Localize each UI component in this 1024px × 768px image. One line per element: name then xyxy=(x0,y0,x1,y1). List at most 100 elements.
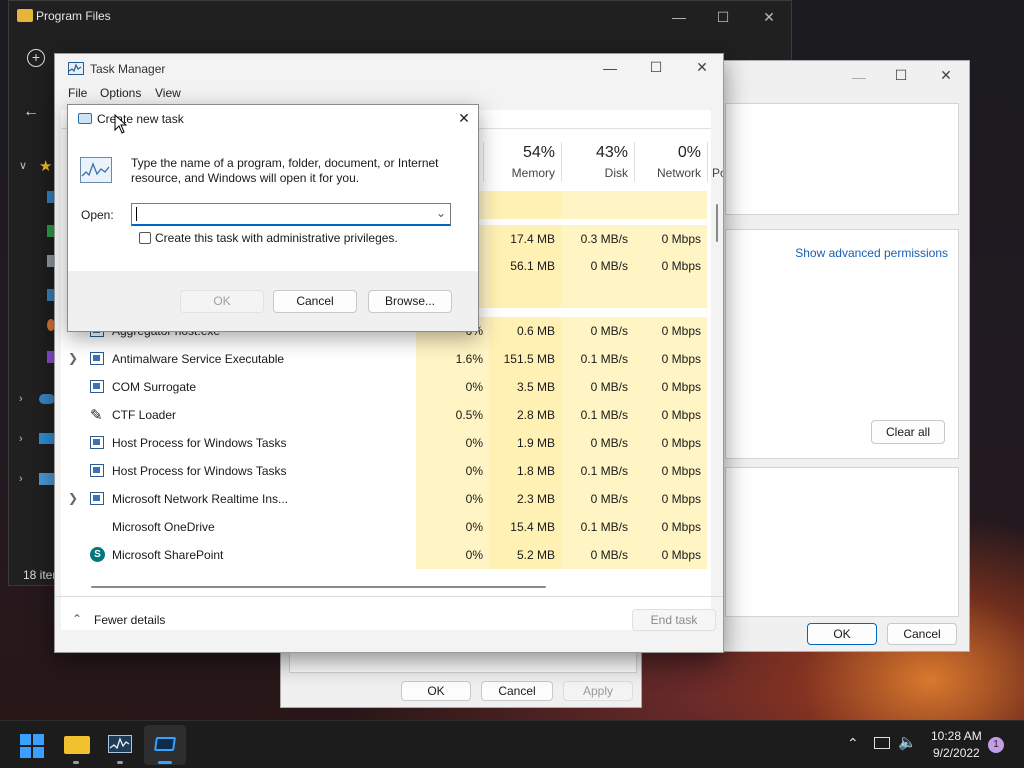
app-window-icon xyxy=(90,492,104,505)
chevron-right-icon[interactable]: ❯ xyxy=(68,351,78,365)
minimize-icon[interactable]: — xyxy=(669,7,689,27)
process-row[interactable]: Host Process for Windows Tasks 0% 1.8 MB… xyxy=(61,457,707,485)
disk-cell: 0.1 MB/s xyxy=(561,401,634,429)
close-icon[interactable]: ✕ xyxy=(692,57,712,77)
process-row[interactable]: COM Surrogate 0% 3.5 MB 0 MB/s 0 Mbps xyxy=(61,373,707,401)
network-icon[interactable] xyxy=(874,737,890,749)
fewer-details-button[interactable]: Fewer details xyxy=(94,613,165,627)
clock-date[interactable]: 9/2/2022 xyxy=(933,746,980,760)
text-caret xyxy=(136,207,137,221)
star-icon[interactable]: ★ xyxy=(39,157,52,175)
chevron-down-icon[interactable]: ⌄ xyxy=(436,206,446,220)
start-icon[interactable] xyxy=(20,734,44,758)
cancel-button[interactable]: Cancel xyxy=(887,623,957,645)
cpu-cell: 0% xyxy=(416,373,489,401)
run-dialog-taskbar-icon[interactable] xyxy=(154,737,176,751)
memory-label: Memory xyxy=(511,166,555,180)
close-icon[interactable]: ✕ xyxy=(936,65,956,85)
app-window-icon xyxy=(90,436,104,449)
maximize-icon[interactable]: ☐ xyxy=(891,65,911,85)
process-row[interactable]: ✎ CTF Loader 0.5% 2.8 MB 0.1 MB/s 0 Mbps xyxy=(61,401,707,429)
cancel-button[interactable]: Cancel xyxy=(273,290,357,313)
disk-cell: 0 MB/s xyxy=(561,429,634,457)
chevron-right-icon[interactable]: › xyxy=(19,393,23,405)
task-manager-taskbar-icon[interactable] xyxy=(108,735,132,753)
mouse-cursor xyxy=(114,114,128,134)
mem-cell: 1.9 MB xyxy=(489,429,561,457)
open-label: Open: xyxy=(81,208,114,222)
menu-view[interactable]: View xyxy=(155,86,181,100)
clear-all-button[interactable]: Clear all xyxy=(871,420,945,444)
disk-pct: 43% xyxy=(595,144,628,161)
cpu-cell: 0% xyxy=(416,513,489,541)
dialog-content xyxy=(68,105,478,271)
volume-icon[interactable]: 🔈 xyxy=(898,733,917,751)
process-row[interactable]: ❯ Antimalware Service Executable 1.6% 15… xyxy=(61,345,707,373)
cpu-cell: 0% xyxy=(416,541,489,569)
end-task-button[interactable]: End task xyxy=(632,609,716,631)
power-column-header[interactable]: Po xyxy=(707,142,723,182)
maximize-icon[interactable]: ☐ xyxy=(646,57,666,77)
power-pct xyxy=(712,144,723,162)
process-row[interactable]: Microsoft OneDrive 0% 15.4 MB 0.1 MB/s 0… xyxy=(61,513,707,541)
app-window-icon xyxy=(90,464,104,477)
ok-button[interactable]: OK xyxy=(180,290,264,313)
disk-cell: 0.3 MB/s xyxy=(561,225,634,253)
net-cell: 0 Mbps xyxy=(634,317,707,345)
dialog-title: Create new task xyxy=(97,112,184,126)
network-column-header[interactable]: 0% Network xyxy=(634,142,707,182)
admin-checkbox[interactable] xyxy=(139,232,151,244)
back-arrow-icon[interactable]: ← xyxy=(23,103,39,121)
maximize-icon[interactable]: ☐ xyxy=(713,7,733,27)
browse-button[interactable]: Browse... xyxy=(368,290,452,313)
mem-cell: 1.8 MB xyxy=(489,457,561,485)
chevron-right-icon[interactable]: › xyxy=(19,433,23,445)
minimize-icon[interactable]: — xyxy=(849,67,869,87)
network-label: Network xyxy=(656,166,701,180)
close-icon[interactable]: ✕ xyxy=(759,7,779,27)
process-name: COM Surrogate xyxy=(112,380,197,394)
chevron-right-icon[interactable]: › xyxy=(19,473,23,485)
chevron-down-icon[interactable]: ∨ xyxy=(19,159,27,172)
bottom-ok-button[interactable]: OK xyxy=(401,681,471,701)
process-row[interactable]: ❯ Microsoft Network Realtime Ins... 0% 2… xyxy=(61,485,707,513)
cpu-cell: 0% xyxy=(416,457,489,485)
disk-cell xyxy=(561,280,634,308)
process-name: CTF Loader xyxy=(112,408,177,422)
chevron-right-icon[interactable]: ❯ xyxy=(68,491,78,505)
menu-file[interactable]: File xyxy=(68,86,87,100)
chevron-up-icon[interactable]: ⌃ xyxy=(72,612,82,626)
memory-column-header[interactable]: 54% Memory xyxy=(483,142,561,182)
clock-time[interactable]: 10:28 AM xyxy=(931,729,982,743)
task-manager-icon xyxy=(68,62,84,75)
disk-cell: 0.1 MB/s xyxy=(561,513,634,541)
process-name: Host Process for Windows Tasks xyxy=(112,436,287,450)
new-item-icon[interactable]: + xyxy=(27,49,45,67)
close-icon[interactable]: ✕ xyxy=(454,108,474,128)
horizontal-scrollbar[interactable] xyxy=(91,586,546,588)
onedrive-icon[interactable] xyxy=(39,394,55,404)
cpu-cell: 1.6% xyxy=(416,345,489,373)
vertical-scrollbar[interactable] xyxy=(716,204,718,242)
advanced-permissions-link[interactable]: Show advanced permissions xyxy=(795,246,948,260)
process-row[interactable]: Host Process for Windows Tasks 0% 1.9 MB… xyxy=(61,429,707,457)
open-combobox[interactable]: ⌄ xyxy=(131,203,451,226)
net-cell: 0 Mbps xyxy=(634,345,707,373)
disk-cell: 0 MB/s xyxy=(561,317,634,345)
create-new-task-dialog: Create new task ✕ Type the name of a pro… xyxy=(67,104,479,332)
file-explorer-taskbar-icon[interactable] xyxy=(64,736,90,754)
bottom-cancel-button[interactable]: Cancel xyxy=(481,681,553,701)
this-pc-icon[interactable] xyxy=(39,433,55,444)
net-cell: 0 Mbps xyxy=(634,225,707,253)
process-row[interactable]: S Microsoft SharePoint 0% 5.2 MB 0 MB/s … xyxy=(61,541,707,569)
chevron-up-icon[interactable]: ⌃ xyxy=(847,735,859,752)
mem-cell: 56.1 MB xyxy=(489,252,561,280)
notification-badge[interactable]: 1 xyxy=(988,737,1004,753)
apply-button[interactable]: Apply xyxy=(563,681,633,701)
menu-options[interactable]: Options xyxy=(100,86,141,100)
disk-column-header[interactable]: 43% Disk xyxy=(561,142,634,182)
network-icon[interactable] xyxy=(39,473,55,485)
ok-button[interactable]: OK xyxy=(807,623,877,645)
minimize-icon[interactable]: — xyxy=(600,58,620,78)
admin-checkbox-label[interactable]: Create this task with administrative pri… xyxy=(155,231,398,245)
